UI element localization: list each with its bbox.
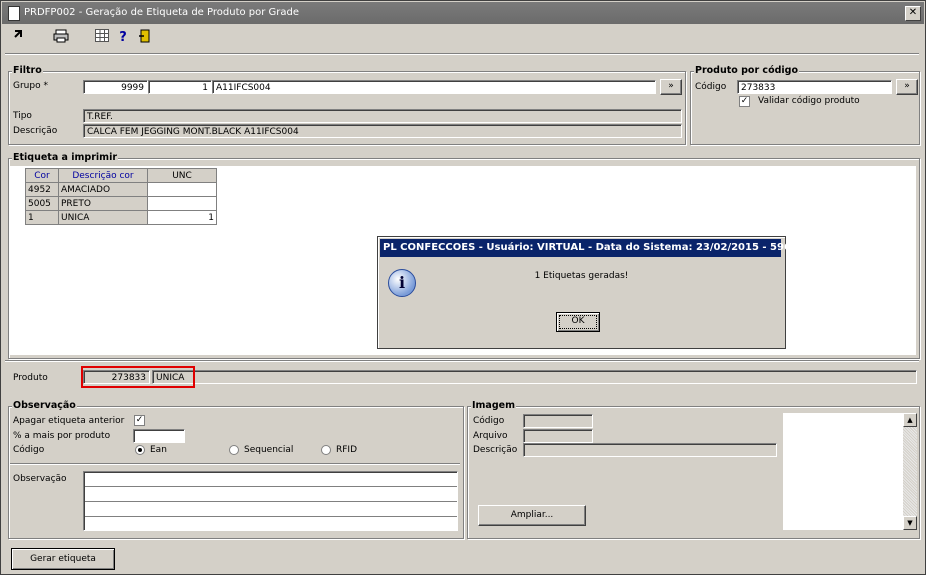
ok-button[interactable]: OK <box>556 312 600 332</box>
print-icon[interactable] <box>52 29 70 47</box>
descricao-field: CALCA FEM JEGGING MONT.BLACK A11IFCS004 <box>83 124 682 138</box>
percent-label: % a mais por produto <box>13 431 111 441</box>
codigo-field[interactable]: 273833 <box>737 80 892 94</box>
gerar-etiqueta-button[interactable]: Gerar etiqueta <box>11 548 115 570</box>
tipo-label: Tipo <box>13 111 32 121</box>
cell-unc[interactable] <box>147 196 217 211</box>
imagem-descricao-field <box>523 443 777 457</box>
table-row: 5005 PRETO <box>25 196 217 211</box>
imagem-arquivo-field <box>523 429 593 443</box>
grupo-field-1[interactable]: 9999 <box>83 80 148 94</box>
etiqueta-table: Cor Descrição cor UNC 4952 AMACIADO 5005… <box>25 168 217 225</box>
obs-textarea[interactable] <box>83 471 458 531</box>
toolbar: ? <box>2 25 924 51</box>
window-title: PRDFP002 - Geração de Etiqueta de Produt… <box>24 7 300 18</box>
exit-icon[interactable] <box>10 29 28 47</box>
title-bar: PRDFP002 - Geração de Etiqueta de Produt… <box>2 2 924 24</box>
scroll-down-arrow-icon[interactable]: ▼ <box>903 516 917 530</box>
door-icon[interactable] <box>136 29 154 47</box>
col-unc[interactable]: UNC <box>147 168 217 183</box>
imagem-legend: Imagem <box>471 400 516 411</box>
codigo-tipo-label: Código <box>13 445 45 455</box>
table-header-row: Cor Descrição cor UNC <box>25 168 217 183</box>
cell-unc[interactable]: 1 <box>147 210 217 225</box>
etiqueta-legend: Etiqueta a imprimir <box>12 152 119 163</box>
apagar-label: Apagar etiqueta anterior <box>13 416 125 426</box>
radio-rfid-label: RFID <box>336 445 358 455</box>
grid-icon[interactable] <box>93 29 111 47</box>
radio-ean-label: Ean <box>150 445 167 455</box>
cell-descricao: PRETO <box>58 196 148 211</box>
produto-label: Produto <box>13 373 48 383</box>
radio-sequencial[interactable] <box>229 445 239 455</box>
apagar-checkbox[interactable]: ✓ <box>134 415 145 426</box>
cell-descricao: AMACIADO <box>58 182 148 197</box>
highlight-box <box>81 366 195 388</box>
help-icon[interactable]: ? <box>114 29 132 47</box>
ampliar-button[interactable]: Ampliar... <box>478 505 586 526</box>
imagem-arquivo-label: Arquivo <box>473 431 508 441</box>
dialog-message: 1 Etiquetas geradas! <box>534 271 629 281</box>
grupo-search-button[interactable]: » <box>660 79 682 95</box>
cell-unc[interactable] <box>147 182 217 197</box>
grupo-field-3[interactable]: A11IFCS004 <box>212 80 656 94</box>
validar-label: Validar código produto <box>758 96 860 106</box>
cell-descricao: UNICA <box>58 210 148 225</box>
cell-cor: 1 <box>25 210 59 225</box>
obs-label: Observação <box>13 474 67 484</box>
image-preview <box>783 413 903 530</box>
cell-cor: 5005 <box>25 196 59 211</box>
filtro-legend: Filtro <box>12 65 43 76</box>
produto-codigo-legend: Produto por código <box>694 65 799 76</box>
radio-sequencial-label: Sequencial <box>244 445 294 455</box>
radio-ean[interactable] <box>135 445 145 455</box>
image-scrollbar[interactable]: ▲ ▼ <box>903 413 917 530</box>
validar-checkbox[interactable]: ✓ <box>739 96 750 107</box>
close-button[interactable]: ✕ <box>905 6 921 21</box>
document-icon <box>8 6 20 21</box>
table-row: 4952 AMACIADO <box>25 182 217 197</box>
codigo-search-button[interactable]: » <box>896 79 918 95</box>
grupo-field-2[interactable]: 1 <box>148 80 212 94</box>
toolbar-separator <box>5 53 919 55</box>
imagem-codigo-label: Código <box>473 416 505 426</box>
col-descricao-cor[interactable]: Descrição cor <box>58 168 148 183</box>
descricao-label: Descrição <box>13 126 58 136</box>
scroll-up-arrow-icon[interactable]: ▲ <box>903 413 917 427</box>
dialog-title: PL CONFECCOES - Usuário: VIRTUAL - Data … <box>380 239 812 257</box>
imagem-descricao-label: Descrição <box>473 445 518 455</box>
cell-cor: 4952 <box>25 182 59 197</box>
observacao-legend: Observação <box>12 400 77 411</box>
main-window: PRDFP002 - Geração de Etiqueta de Produt… <box>0 0 926 575</box>
codigo-label: Código <box>695 82 727 92</box>
percent-field[interactable] <box>133 429 185 443</box>
col-cor[interactable]: Cor <box>25 168 59 183</box>
produto-desc-field: UNICA <box>152 370 917 384</box>
radio-rfid[interactable] <box>321 445 331 455</box>
tipo-field: T.REF. <box>83 109 682 123</box>
produto-separator <box>5 360 919 362</box>
message-dialog: PL CONFECCOES - Usuário: VIRTUAL - Data … <box>377 236 812 349</box>
grupo-label: Grupo * <box>13 81 48 91</box>
table-row: 1 UNICA 1 <box>25 210 217 225</box>
observacao-separator <box>10 463 460 465</box>
imagem-codigo-field <box>523 414 593 428</box>
